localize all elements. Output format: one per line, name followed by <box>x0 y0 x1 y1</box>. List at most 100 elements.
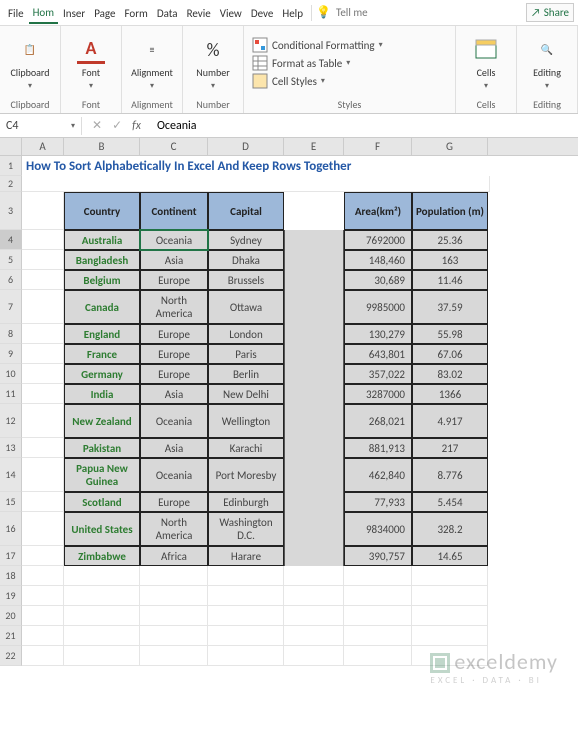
cell-population[interactable]: 55.98 <box>412 324 488 344</box>
cell-capital[interactable]: Edinburgh <box>208 492 284 512</box>
cell[interactable] <box>344 646 412 666</box>
cell[interactable] <box>284 290 344 324</box>
cell-continent[interactable]: Asia <box>140 384 208 404</box>
tab-home[interactable]: Hom <box>29 2 58 24</box>
cell-country[interactable]: India <box>64 384 140 404</box>
tell-me-input[interactable]: Tell me <box>332 6 368 19</box>
clipboard-button[interactable]: 📋 Clipboard▾ <box>8 36 52 91</box>
cell-country[interactable]: Canada <box>64 290 140 324</box>
cell[interactable] <box>284 586 344 606</box>
cell[interactable] <box>284 646 344 666</box>
cell-population[interactable]: 217 <box>412 438 488 458</box>
cell-area[interactable]: 357,022 <box>344 364 412 384</box>
cell[interactable] <box>208 646 284 666</box>
cell[interactable] <box>22 324 64 344</box>
sheet-title[interactable]: How To Sort Alphabetically In Excel And … <box>22 156 490 176</box>
cell-continent[interactable]: Oceania <box>140 404 208 438</box>
cell-capital[interactable]: London <box>208 324 284 344</box>
conditional-formatting-button[interactable]: Conditional Formatting ▾ <box>252 37 383 53</box>
cell-country[interactable]: New Zealand <box>64 404 140 438</box>
cell[interactable] <box>140 586 208 606</box>
row-header[interactable]: 20 <box>0 606 22 626</box>
cell-capital[interactable]: Wellington <box>208 404 284 438</box>
header-area[interactable]: Area(km²) <box>344 192 412 230</box>
row-header[interactable]: 19 <box>0 586 22 606</box>
cell-continent[interactable]: Oceania <box>140 458 208 492</box>
cell-country[interactable]: Belgium <box>64 270 140 290</box>
row-header[interactable]: 21 <box>0 626 22 646</box>
cell[interactable] <box>64 566 140 586</box>
cell-population[interactable]: 25.36 <box>412 230 488 250</box>
row-header[interactable]: 9 <box>0 344 22 364</box>
cell-styles-button[interactable]: Cell Styles ▾ <box>252 73 383 89</box>
cell-area[interactable]: 268,021 <box>344 404 412 438</box>
cell-area[interactable]: 881,913 <box>344 438 412 458</box>
row-header[interactable]: 10 <box>0 364 22 384</box>
cell-area[interactable]: 130,279 <box>344 324 412 344</box>
cell[interactable] <box>208 566 284 586</box>
cell-capital[interactable]: Washington D.C. <box>208 512 284 546</box>
col-header[interactable]: E <box>284 138 344 155</box>
row-header[interactable]: 13 <box>0 438 22 458</box>
cell[interactable] <box>412 606 488 626</box>
cell[interactable] <box>22 438 64 458</box>
cell[interactable] <box>284 566 344 586</box>
cells-button[interactable]: Cells▾ <box>464 36 508 91</box>
row-header[interactable]: 8 <box>0 324 22 344</box>
cell-country[interactable]: Bangladesh <box>64 250 140 270</box>
cell-area[interactable]: 390,757 <box>344 546 412 566</box>
cell-capital[interactable]: Berlin <box>208 364 284 384</box>
cell-population[interactable]: 328.2 <box>412 512 488 546</box>
cell-population[interactable]: 14.65 <box>412 546 488 566</box>
cell[interactable] <box>284 364 344 384</box>
cell[interactable] <box>412 586 488 606</box>
cell-population[interactable]: 67.06 <box>412 344 488 364</box>
cell-continent[interactable]: North America <box>140 512 208 546</box>
cell[interactable] <box>22 250 64 270</box>
cell-continent[interactable]: North America <box>140 290 208 324</box>
cell[interactable] <box>284 270 344 290</box>
row-header[interactable]: 17 <box>0 546 22 566</box>
cell[interactable] <box>22 626 64 646</box>
row-header[interactable]: 14 <box>0 458 22 492</box>
cell[interactable] <box>140 646 208 666</box>
col-header[interactable]: G <box>412 138 488 155</box>
cell[interactable] <box>208 606 284 626</box>
header-capital[interactable]: Capital <box>208 192 284 230</box>
cell[interactable] <box>284 192 344 230</box>
cell[interactable] <box>284 230 344 250</box>
cell-area[interactable]: 77,933 <box>344 492 412 512</box>
row-header[interactable]: 16 <box>0 512 22 546</box>
cell[interactable] <box>22 364 64 384</box>
cell-population[interactable]: 37.59 <box>412 290 488 324</box>
row-header[interactable]: 18 <box>0 566 22 586</box>
cell[interactable] <box>22 384 64 404</box>
cell-continent[interactable]: Europe <box>140 324 208 344</box>
cell[interactable] <box>284 492 344 512</box>
col-header[interactable]: B <box>64 138 140 155</box>
cell-capital[interactable]: Harare <box>208 546 284 566</box>
cell-population[interactable]: 1366 <box>412 384 488 404</box>
cell[interactable] <box>284 250 344 270</box>
cell[interactable] <box>284 384 344 404</box>
cell-continent[interactable]: Africa <box>140 546 208 566</box>
cell-area[interactable]: 643,801 <box>344 344 412 364</box>
formula-input[interactable] <box>151 117 578 135</box>
cell[interactable] <box>64 606 140 626</box>
cell-continent[interactable]: Europe <box>140 270 208 290</box>
header-country[interactable]: Country <box>64 192 140 230</box>
cell-country[interactable]: Pakistan <box>64 438 140 458</box>
cell-country[interactable]: Germany <box>64 364 140 384</box>
header-population[interactable]: Population (m) <box>412 192 488 230</box>
name-box[interactable]: C4▾ <box>0 117 82 135</box>
cell[interactable] <box>412 626 488 646</box>
cell-population[interactable]: 11.46 <box>412 270 488 290</box>
cell-continent[interactable]: Europe <box>140 364 208 384</box>
cell[interactable] <box>344 566 412 586</box>
cell-area[interactable]: 462,840 <box>344 458 412 492</box>
col-header[interactable]: C <box>140 138 208 155</box>
row-header[interactable]: 5 <box>0 250 22 270</box>
row-header[interactable]: 6 <box>0 270 22 290</box>
cell-continent[interactable]: Europe <box>140 492 208 512</box>
cell[interactable] <box>284 438 344 458</box>
